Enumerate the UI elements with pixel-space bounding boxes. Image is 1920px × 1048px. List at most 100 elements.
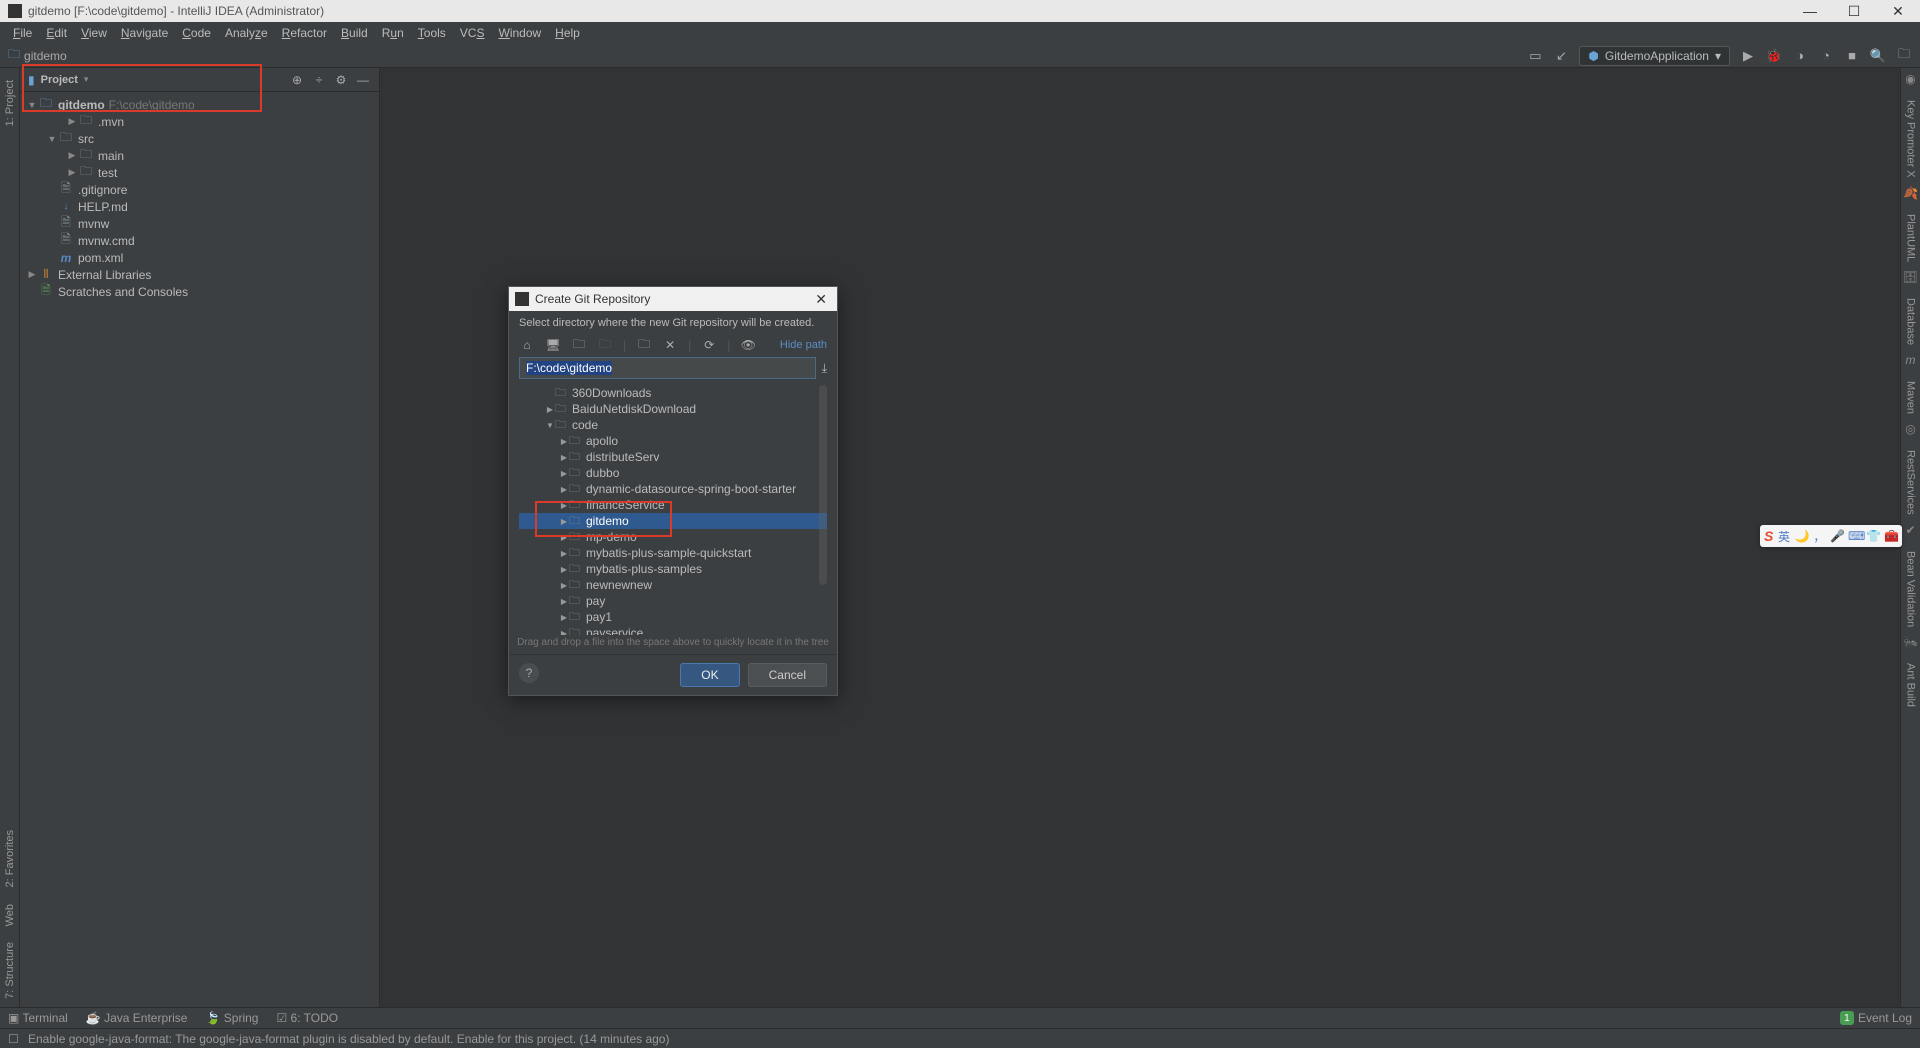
toolbar-icon[interactable]: ▭: [1527, 48, 1543, 64]
tab-spring[interactable]: 🍃 Spring: [205, 1011, 258, 1025]
skin-icon[interactable]: 👕: [1866, 529, 1880, 543]
scratches-consoles[interactable]: 🗎 Scratches and Consoles: [20, 283, 379, 300]
directory-row[interactable]: ▶🗀gitdemo: [519, 513, 827, 529]
directory-row[interactable]: ▶🗀payservice: [519, 625, 827, 635]
ime-lang[interactable]: 英: [1777, 528, 1790, 545]
menu-code[interactable]: Code: [175, 24, 218, 42]
scrollbar[interactable]: [819, 385, 827, 585]
minimize-button[interactable]: —: [1788, 3, 1832, 20]
directory-row[interactable]: ▼🗀code: [519, 417, 827, 433]
cancel-button[interactable]: Cancel: [748, 663, 827, 687]
right-tab-plantuml[interactable]: PlantUML: [1903, 206, 1919, 270]
debug-icon[interactable]: 🐞: [1766, 48, 1782, 64]
database-icon[interactable]: 🗄: [1903, 270, 1919, 286]
plantuml-icon[interactable]: 🍂: [1903, 186, 1919, 202]
show-hidden-icon[interactable]: 👁: [740, 337, 756, 353]
menu-vcs[interactable]: VCS: [453, 24, 492, 42]
menu-edit[interactable]: Edit: [39, 24, 74, 42]
delete-icon[interactable]: ✕: [662, 337, 678, 353]
directory-row[interactable]: ▶🗀pay1: [519, 609, 827, 625]
directory-row[interactable]: ▶🗀mybatis-plus-sample-quickstart: [519, 545, 827, 561]
directory-row[interactable]: ▶🗀newnewnew: [519, 577, 827, 593]
tree-item[interactable]: mpom.xml: [20, 249, 379, 266]
directory-row[interactable]: ▶🗀distributeServ: [519, 449, 827, 465]
left-tab-structure[interactable]: 7: Structure: [2, 934, 18, 1007]
refresh-icon[interactable]: ⟳: [701, 337, 717, 353]
project-structure-icon[interactable]: 🗀: [1896, 48, 1912, 64]
menu-view[interactable]: View: [74, 24, 114, 42]
event-log-button[interactable]: 1 Event Log: [1840, 1011, 1912, 1025]
tree-item[interactable]: 🗎mvnw.cmd: [20, 232, 379, 249]
home-icon[interactable]: ⌂: [519, 337, 535, 353]
moon-icon[interactable]: 🌙: [1795, 529, 1809, 543]
dialog-close-button[interactable]: ✕: [811, 291, 831, 308]
tab-todo[interactable]: ☑ 6: TODO: [276, 1011, 338, 1025]
help-button[interactable]: ?: [519, 663, 539, 683]
keyboard-icon[interactable]: ⌨: [1848, 529, 1862, 543]
right-tab-database[interactable]: Database: [1903, 290, 1919, 353]
right-tab-ant[interactable]: Ant Build: [1903, 655, 1919, 715]
coverage-icon[interactable]: ◑: [1792, 48, 1808, 64]
new-folder-icon[interactable]: 🗀: [636, 337, 652, 353]
project-tree[interactable]: ▼🗀 gitdemo F:\code\gitdemo ▶🗀.mvn▼🗀src▶🗀…: [20, 92, 379, 1007]
menu-window[interactable]: Window: [491, 24, 548, 42]
tab-java-enterprise[interactable]: ☕ Java Enterprise: [86, 1011, 188, 1025]
right-tab-rest[interactable]: RestServices: [1903, 442, 1919, 523]
directory-row[interactable]: ▶🗀dubbo: [519, 465, 827, 481]
menu-run[interactable]: Run: [375, 24, 411, 42]
maximize-button[interactable]: ☐: [1832, 3, 1876, 20]
menu-refactor[interactable]: Refactor: [275, 24, 334, 42]
hide-path-link[interactable]: Hide path: [780, 339, 827, 351]
desktop-icon[interactable]: 🖥: [545, 337, 561, 353]
vcs-update-icon[interactable]: ↙: [1553, 48, 1569, 64]
menu-file[interactable]: File: [6, 24, 39, 42]
project-panel-title[interactable]: Project: [41, 74, 78, 86]
punctuation-icon[interactable]: ，: [1813, 528, 1826, 545]
ant-icon[interactable]: 🐜: [1903, 635, 1919, 651]
directory-tree[interactable]: 🗀360Downloads▶🗀BaiduNetdiskDownload▼🗀cod…: [519, 385, 827, 635]
directory-row[interactable]: ▶🗀pay: [519, 593, 827, 609]
chevron-down-icon[interactable]: ▾: [84, 74, 89, 85]
collapse-icon[interactable]: ÷: [311, 72, 327, 88]
status-icon[interactable]: ☐: [8, 1032, 22, 1046]
menu-navigate[interactable]: Navigate: [114, 24, 175, 42]
directory-row[interactable]: ▶🗀mybatis-plus-samples: [519, 561, 827, 577]
rest-icon[interactable]: ◎: [1903, 422, 1919, 438]
breadcrumb-project[interactable]: gitdemo: [24, 49, 67, 63]
external-libraries[interactable]: ▶⫴ External Libraries: [20, 266, 379, 283]
left-tab-favorites[interactable]: 2: Favorites: [2, 822, 18, 895]
right-tab-maven[interactable]: Maven: [1903, 373, 1919, 422]
profile-icon[interactable]: ◔: [1818, 48, 1834, 64]
path-input[interactable]: F:\code\gitdemo: [519, 357, 816, 379]
menu-tools[interactable]: Tools: [411, 24, 453, 42]
key-promoter-icon[interactable]: ◉: [1903, 72, 1919, 88]
history-dropdown-icon[interactable]: ⤓: [822, 361, 827, 376]
directory-row[interactable]: ▶🗀apollo: [519, 433, 827, 449]
directory-row[interactable]: ▶🗀mp-demo: [519, 529, 827, 545]
left-tab-web[interactable]: Web: [2, 896, 18, 934]
tree-item[interactable]: ▶🗀main: [20, 147, 379, 164]
menu-analyze[interactable]: Analyze: [218, 24, 275, 42]
run-icon[interactable]: ▶: [1740, 48, 1756, 64]
search-icon[interactable]: 🔍: [1870, 48, 1886, 64]
menu-help[interactable]: Help: [548, 24, 587, 42]
right-tab-keypromoter[interactable]: Key Promoter X: [1903, 92, 1919, 186]
bean-icon[interactable]: ✔: [1903, 523, 1919, 539]
left-tab-project[interactable]: 1: Project: [2, 72, 18, 134]
gear-icon[interactable]: ⚙: [333, 72, 349, 88]
right-tab-bean[interactable]: Bean Validation: [1903, 543, 1919, 635]
tree-item[interactable]: 🗎.gitignore: [20, 181, 379, 198]
tree-root[interactable]: ▼🗀 gitdemo F:\code\gitdemo: [20, 96, 379, 113]
stop-icon[interactable]: ■: [1844, 48, 1860, 64]
target-icon[interactable]: ⊕: [289, 72, 305, 88]
directory-row[interactable]: ▶🗀financeService: [519, 497, 827, 513]
run-config-selector[interactable]: ⬢ GitdemoApplication ▾: [1579, 46, 1730, 66]
tab-terminal[interactable]: ▣ Terminal: [8, 1011, 68, 1025]
ok-button[interactable]: OK: [680, 663, 739, 687]
tree-item[interactable]: ▼🗀src: [20, 130, 379, 147]
maven-icon[interactable]: m: [1903, 353, 1919, 369]
menu-build[interactable]: Build: [334, 24, 375, 42]
directory-row[interactable]: ▶🗀dynamic-datasource-spring-boot-starter: [519, 481, 827, 497]
ime-toolbar[interactable]: S 英 🌙 ， 🎤 ⌨ 👕 🧰: [1760, 525, 1902, 547]
mic-icon[interactable]: 🎤: [1830, 529, 1844, 543]
